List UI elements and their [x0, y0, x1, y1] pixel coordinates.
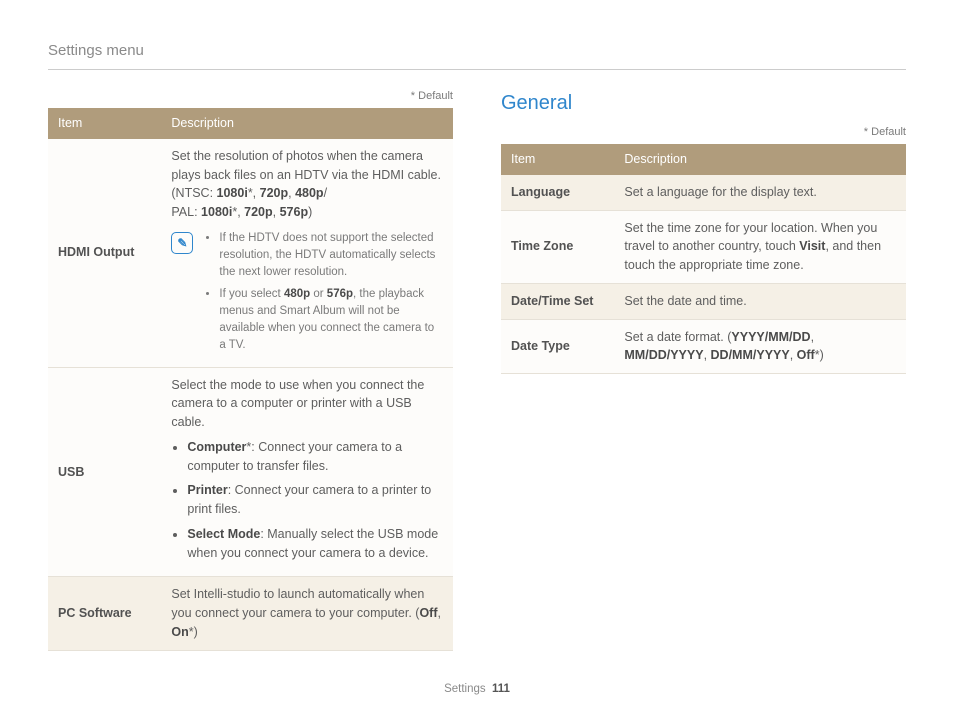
note-icon: ✎	[171, 232, 193, 254]
pal-v0: 1080i	[201, 205, 232, 219]
item-usb: USB	[48, 367, 161, 577]
item-language: Language	[501, 175, 614, 210]
table-row: Date Type Set a date format. (YYYY/MM/DD…	[501, 319, 906, 374]
usb-opt-printer: Printer: Connect your camera to a printe…	[187, 481, 443, 519]
usb-opt-select-mode: Select Mode: Manually select the USB mod…	[187, 525, 443, 563]
table-row: HDMI Output Set the resolution of photos…	[48, 139, 453, 367]
page-header: Settings menu	[48, 40, 906, 70]
item-hdmi-output: HDMI Output	[48, 139, 161, 367]
left-column: * Default Item Description HDMI Output S…	[48, 88, 453, 651]
left-table: Item Description HDMI Output Set the res…	[48, 108, 453, 651]
ntsc-label: (NTSC:	[171, 186, 216, 200]
hdmi-note-2: If you select 480p or 576p, the playback…	[219, 286, 443, 355]
right-column: General * Default Item Description Langu…	[501, 88, 906, 651]
footer-section: Settings	[444, 683, 486, 695]
default-note-right: * Default	[501, 124, 906, 141]
table-row: USB Select the mode to use when you conn…	[48, 367, 453, 577]
hdmi-intro: Set the resolution of photos when the ca…	[171, 149, 441, 182]
desc-hdmi-output: Set the resolution of photos when the ca…	[161, 139, 453, 367]
item-time-zone: Time Zone	[501, 210, 614, 283]
item-date-time-set: Date/Time Set	[501, 283, 614, 319]
default-note-left: * Default	[48, 88, 453, 105]
pal-label: PAL:	[171, 205, 201, 219]
desc-date-type: Set a date format. (YYYY/MM/DD, MM/DD/YY…	[614, 319, 906, 374]
desc-date-time-set: Set the date and time.	[614, 283, 906, 319]
usb-opt-computer: Computer*: Connect your camera to a comp…	[187, 438, 443, 476]
th-item: Item	[48, 108, 161, 139]
table-row: Language Set a language for the display …	[501, 175, 906, 210]
right-table: Item Description Language Set a language…	[501, 144, 906, 374]
desc-usb: Select the mode to use when you connect …	[161, 367, 453, 577]
hdmi-note-1: If the HDTV does not support the selecte…	[219, 230, 443, 282]
desc-time-zone: Set the time zone for your location. Whe…	[614, 210, 906, 283]
table-row: PC Software Set Intelli-studio to launch…	[48, 577, 453, 650]
table-row: Time Zone Set the time zone for your loc…	[501, 210, 906, 283]
pal-v2: 576p	[280, 205, 309, 219]
desc-pc-software: Set Intelli-studio to launch automatical…	[161, 577, 453, 650]
pal-v1: 720p	[244, 205, 273, 219]
table-row: Date/Time Set Set the date and time.	[501, 283, 906, 319]
page-footer: Settings 111	[0, 681, 954, 698]
ntsc-v0: 1080i	[217, 186, 248, 200]
ntsc-v1: 720p	[260, 186, 289, 200]
desc-language: Set a language for the display text.	[614, 175, 906, 210]
item-date-type: Date Type	[501, 319, 614, 374]
th-desc: Description	[161, 108, 453, 139]
th-desc: Description	[614, 144, 906, 175]
ntsc-v2: 480p	[295, 186, 324, 200]
section-title-general: General	[501, 88, 906, 118]
th-item: Item	[501, 144, 614, 175]
item-pc-software: PC Software	[48, 577, 161, 650]
hdmi-notes: If the HDTV does not support the selecte…	[203, 230, 443, 359]
usb-intro: Select the mode to use when you connect …	[171, 378, 424, 430]
footer-page-number: 111	[492, 683, 510, 695]
